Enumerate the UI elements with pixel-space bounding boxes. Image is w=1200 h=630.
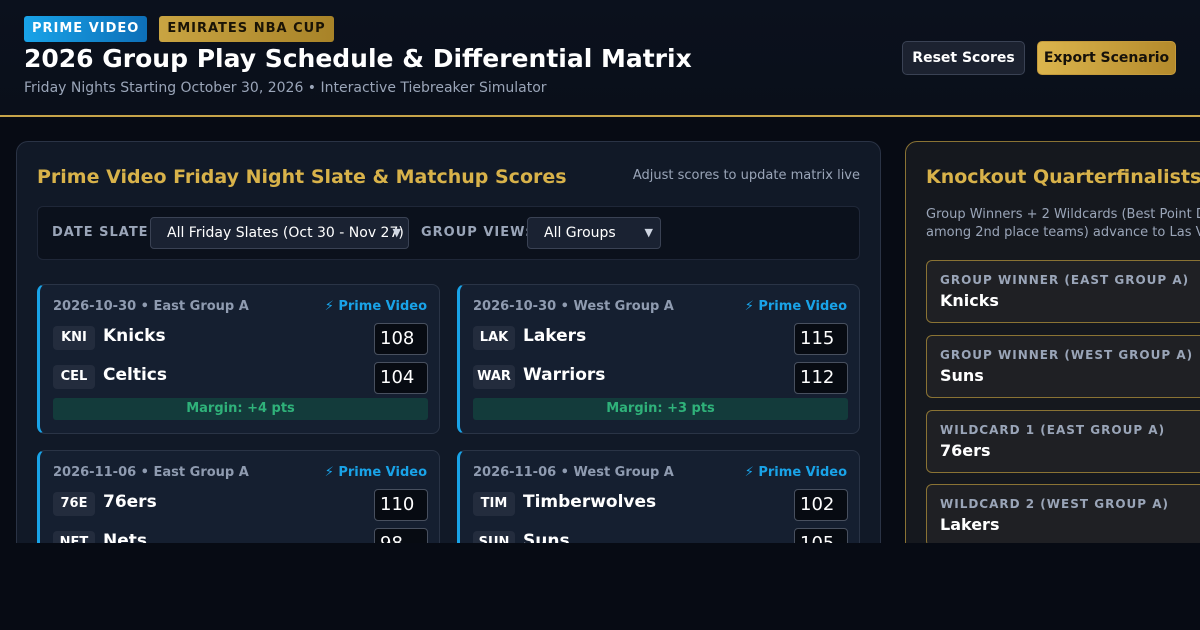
chevron-down-icon: ▼ <box>392 226 401 239</box>
team-abbr: TIM <box>473 492 515 516</box>
date-slate-value: All Friday Slates (Oct 30 - Nov 27) <box>167 225 404 241</box>
slot-team: Knicks <box>940 291 999 310</box>
page-subtitle: Friday Nights Starting October 30, 2026 … <box>24 80 547 96</box>
matchup-network: ⚡ Prime Video <box>744 465 847 480</box>
score-input[interactable]: 102 <box>794 489 848 521</box>
quarterfinal-slot: WILDCARD 2 (WEST GROUP A) Lakers <box>926 484 1200 547</box>
group-view-value: All Groups <box>544 225 616 241</box>
slot-team: Lakers <box>940 515 1000 534</box>
prime-video-badge: PRIME VIDEO <box>24 16 148 42</box>
knockout-description: Group Winners + 2 Wildcards (Best Point … <box>926 207 1200 240</box>
margin-badge: Margin: +4 pts <box>53 398 428 420</box>
header-badges: PRIME VIDEO EMIRATES NBA CUP <box>24 16 334 42</box>
knockout-panel-title: Knockout Quarterfinalists <box>926 166 1200 188</box>
quarterfinal-slot: GROUP WINNER (WEST GROUP A) Suns <box>926 335 1200 398</box>
team-name: Knicks <box>103 326 166 346</box>
score-input[interactable]: 110 <box>374 489 428 521</box>
slot-team: Suns <box>940 366 984 385</box>
slot-label: WILDCARD 2 (WEST GROUP A) <box>940 497 1170 511</box>
team-name: Lakers <box>523 326 587 346</box>
team-row: 76E 76ers 110 <box>53 489 428 521</box>
page-title: 2026 Group Play Schedule & Differential … <box>24 44 692 73</box>
reset-scores-button[interactable]: Reset Scores <box>902 41 1025 75</box>
slate-hint: Adjust scores to update matrix live <box>632 168 860 183</box>
matchup-card: 2026-10-30 • East Group A ⚡ Prime Video … <box>37 284 440 434</box>
matchup-card: 2026-10-30 • West Group A ⚡ Prime Video … <box>457 284 860 434</box>
chevron-down-icon: ▼ <box>644 226 653 239</box>
team-row: CEL Celtics 104 <box>53 362 428 394</box>
quarterfinal-slot: GROUP WINNER (EAST GROUP A) Knicks <box>926 260 1200 323</box>
export-scenario-button[interactable]: Export Scenario <box>1037 41 1176 75</box>
app-header: PRIME VIDEO EMIRATES NBA CUP 2026 Group … <box>0 0 1200 117</box>
slot-label: GROUP WINNER (WEST GROUP A) <box>940 348 1194 362</box>
knockout-panel: Knockout Quarterfinalists Group Winners … <box>905 141 1200 561</box>
margin-badge: Margin: +3 pts <box>473 398 848 420</box>
matchup-date: 2026-10-30 • East Group A <box>53 299 249 314</box>
matchup-date: 2026-11-06 • East Group A <box>53 465 249 480</box>
nba-cup-badge: EMIRATES NBA CUP <box>159 16 334 42</box>
group-view-select[interactable]: All Groups ▼ <box>527 217 661 249</box>
score-input[interactable]: 104 <box>374 362 428 394</box>
score-input[interactable]: 115 <box>794 323 848 355</box>
team-abbr: LAK <box>473 326 515 350</box>
slot-label: GROUP WINNER (EAST GROUP A) <box>940 273 1190 287</box>
viewport-bottom-band <box>0 543 1200 630</box>
matchup-network: ⚡ Prime Video <box>744 299 847 314</box>
team-row: KNI Knicks 108 <box>53 323 428 355</box>
matchup-date: 2026-11-06 • West Group A <box>473 465 674 480</box>
team-name: Celtics <box>103 365 167 385</box>
team-name: 76ers <box>103 492 157 512</box>
date-slate-label: DATE SLATE: <box>52 225 155 240</box>
team-abbr: CEL <box>53 365 95 389</box>
matchup-network: ⚡ Prime Video <box>324 465 427 480</box>
team-name: Warriors <box>523 365 606 385</box>
slot-label: WILDCARD 1 (EAST GROUP A) <box>940 423 1166 437</box>
team-abbr: WAR <box>473 365 515 389</box>
matchup-network: ⚡ Prime Video <box>324 299 427 314</box>
slot-team: 76ers <box>940 441 991 460</box>
group-view-label: GROUP VIEW: <box>421 225 532 240</box>
matchup-date: 2026-10-30 • West Group A <box>473 299 674 314</box>
score-input[interactable]: 112 <box>794 362 848 394</box>
filter-bar: DATE SLATE: All Friday Slates (Oct 30 - … <box>37 206 860 260</box>
team-abbr: KNI <box>53 326 95 350</box>
slate-panel-title: Prime Video Friday Night Slate & Matchup… <box>37 166 567 188</box>
quarterfinal-slot: WILDCARD 1 (EAST GROUP A) 76ers <box>926 410 1200 473</box>
team-abbr: 76E <box>53 492 95 516</box>
date-slate-select[interactable]: All Friday Slates (Oct 30 - Nov 27) ▼ <box>150 217 409 249</box>
team-row: LAK Lakers 115 <box>473 323 848 355</box>
team-row: WAR Warriors 112 <box>473 362 848 394</box>
team-name: Timberwolves <box>523 492 657 512</box>
slate-panel: Prime Video Friday Night Slate & Matchup… <box>16 141 881 561</box>
team-row: TIM Timberwolves 102 <box>473 489 848 521</box>
score-input[interactable]: 108 <box>374 323 428 355</box>
